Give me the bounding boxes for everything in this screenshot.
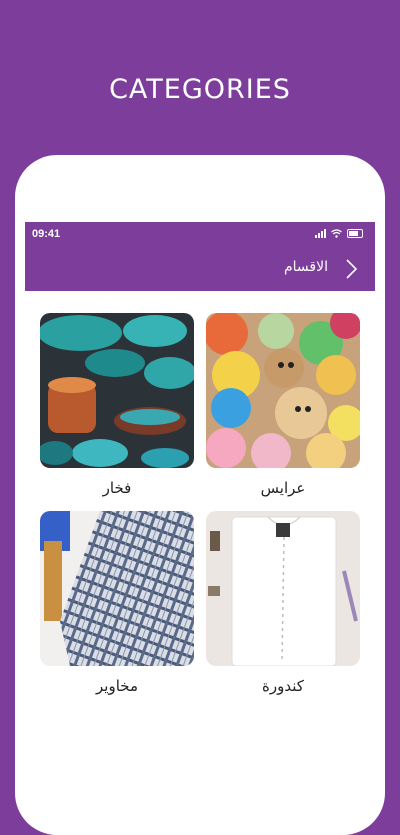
- status-icons: [315, 229, 363, 238]
- chevron-right-icon[interactable]: [341, 258, 361, 280]
- plaid-fabric-photo: [40, 511, 194, 666]
- category-label-dolls: عرايس: [260, 479, 306, 497]
- promo-title: CATEGORIES: [109, 74, 291, 105]
- category-card-pottery[interactable]: [40, 313, 194, 468]
- category-label-pottery: فخار: [102, 479, 132, 497]
- category-card-fabric[interactable]: [40, 511, 194, 666]
- category-label-fabric: مخاوير: [96, 677, 138, 695]
- phone-frame: 09:41 الاقسام عرايس فخار كندورة مخاوير: [15, 155, 385, 835]
- battery-icon: [347, 229, 363, 238]
- plush-toys-photo: [206, 313, 360, 468]
- status-time: 09:41: [32, 228, 61, 240]
- status-bar: 09:41: [25, 222, 375, 247]
- pottery-photo: [40, 313, 194, 468]
- category-label-kandura: كندورة: [262, 677, 304, 695]
- wifi-icon: [331, 229, 342, 238]
- signal-icon: [315, 229, 326, 238]
- app-bar: الاقسام: [25, 247, 375, 291]
- category-card-kandura[interactable]: [206, 511, 360, 666]
- category-card-dolls[interactable]: [206, 313, 360, 468]
- white-kandura-photo: [206, 511, 360, 666]
- page-title: الاقسام: [284, 259, 328, 275]
